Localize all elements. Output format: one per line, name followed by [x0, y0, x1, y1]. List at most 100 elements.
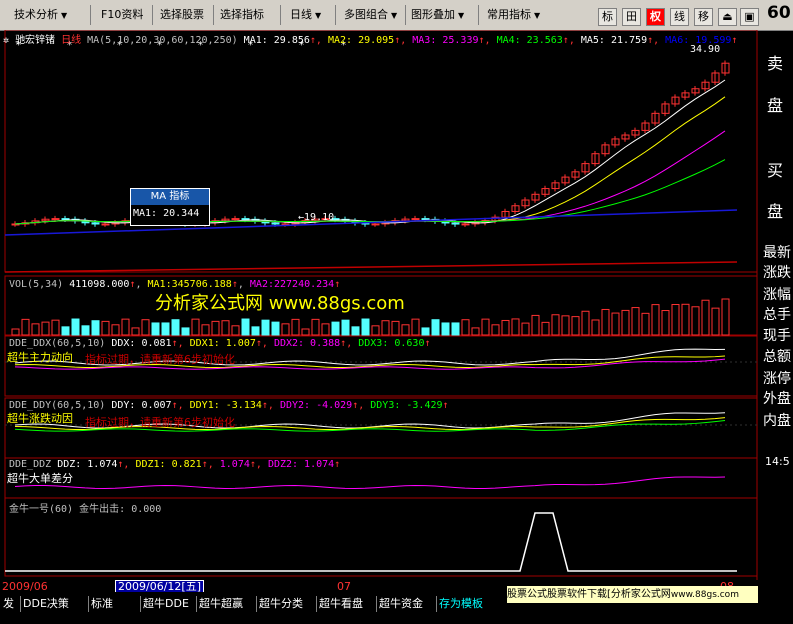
vol-bar — [301, 328, 310, 336]
tab-0[interactable]: 发 — [3, 596, 14, 612]
quote-label-5: 涨跌 — [763, 265, 791, 281]
move-button[interactable]: 移 — [694, 8, 713, 26]
menu-tech-analysis[interactable]: 技术分析 ▼ — [14, 7, 67, 23]
quote-time: 14:5 — [765, 455, 790, 468]
tab-4[interactable]: 超牛超赢 — [199, 596, 243, 612]
tooltip-title: MA 指标 — [131, 189, 209, 205]
ddz-value-1: DDZ1: 0.821 — [135, 459, 202, 470]
ddy-value-3: DDY3: -3.429 — [370, 400, 443, 411]
tab-3[interactable]: 超牛DDE — [143, 596, 189, 612]
tab-8[interactable]: 存为模板 — [439, 596, 483, 612]
candle-body — [371, 223, 380, 226]
vol-bar — [481, 318, 490, 336]
chevron-down-icon: ▼ — [534, 11, 541, 20]
menu-select-stock[interactable]: 选择股票 — [160, 7, 204, 23]
vol-bar — [221, 320, 230, 336]
ddx-value-2: DDX2: 0.388 — [273, 338, 341, 349]
line-button[interactable]: 线 — [670, 8, 689, 26]
menu-period[interactable]: 日线 ▼ — [290, 7, 321, 23]
vol-bar — [641, 312, 650, 336]
vol-bar — [501, 319, 510, 336]
menu-f10-info[interactable]: F10资料 — [101, 7, 143, 23]
mark-button[interactable]: 标 — [598, 8, 617, 26]
ddy-value-1: DDY1: -3.134 — [189, 400, 262, 411]
vol-bar — [201, 324, 210, 336]
main-header: ✲ 驰宏锌锗 日线 MA(5,10,20,30,60,120,250) MA1:… — [3, 35, 738, 46]
vol-bar — [401, 324, 410, 336]
quote-label-2: 买 — [767, 161, 784, 180]
ma-definition: MA(5,10,20,30,60,120,250) — [87, 35, 238, 46]
vol-bar — [551, 314, 560, 336]
quote-label-0: 卖 — [767, 54, 784, 73]
vol-bar — [91, 320, 100, 336]
menu-select-indicator[interactable]: 选择指标 — [220, 7, 264, 23]
ddz-subtitle: 超牛大单差分 — [7, 472, 73, 485]
menu-overlay[interactable]: 图形叠加 ▼ — [411, 7, 464, 23]
vol-bar — [271, 321, 280, 336]
low-price-label: ←19.10 — [298, 212, 335, 223]
settings-icon: ✲ — [3, 35, 10, 46]
vol-bar — [81, 325, 90, 336]
vol-bar — [11, 328, 20, 336]
quote-panel: 卖盘买盘最新涨跌涨幅总手现手总额涨停外盘内盘14:515: — [758, 30, 793, 608]
vol-bar — [161, 322, 170, 336]
ddy-value-0: DDY: 0.007 — [111, 400, 172, 411]
window-icon[interactable]: ▣ — [740, 8, 759, 26]
tab-1[interactable]: DDE决策 — [23, 596, 69, 612]
vol-bar — [591, 319, 600, 336]
ddy-subtitle: 超牛涨跌动因 — [7, 412, 73, 425]
ma-value-1: MA2: 29.095 — [327, 35, 395, 46]
vol-bar — [61, 326, 70, 336]
download-banner[interactable]: 股票公式股票软件下载[分析家公式网www.88gs.com — [507, 586, 758, 603]
tab-2[interactable]: 标准 — [91, 596, 113, 612]
vol-bar — [141, 319, 150, 336]
vol-bar — [541, 321, 550, 336]
menu-common-indicators[interactable]: 常用指标 ▼ — [487, 7, 540, 23]
stock-code: 60 — [767, 3, 791, 23]
vol-bar — [671, 304, 680, 336]
ddz-value-0: DDZ: 1.074 — [57, 459, 118, 470]
vol-bar — [131, 327, 140, 336]
ddz-header: DDE_DDZ DDZ: 1.074↑, DDZ1: 0.821↑, 1.074… — [9, 459, 341, 470]
candle-body — [61, 218, 70, 221]
ddz-value-3: DDZ2: 1.074 — [267, 459, 335, 470]
quote-label-7: 总手 — [763, 307, 791, 323]
vol-bar — [511, 318, 520, 336]
eject-icon[interactable]: ⏏ — [718, 8, 737, 26]
quote-label-3: 盘 — [767, 202, 784, 221]
vol-bar — [651, 304, 660, 336]
quote-label-4: 最新 — [763, 245, 791, 261]
ddy-note: 指标过期，请重新第6步初始化 — [85, 416, 235, 429]
vol-bar — [291, 318, 300, 336]
grid-button[interactable]: 田 — [622, 8, 641, 26]
menu-multi-chart[interactable]: 多图组合 ▼ — [344, 7, 397, 23]
vol-bar — [631, 307, 640, 336]
vol-bar — [261, 319, 270, 336]
vol-bar — [251, 326, 260, 336]
ma7-line — [4, 261, 738, 273]
ddx-value-1: DDX1: 1.007 — [189, 338, 256, 349]
tab-7[interactable]: 超牛资金 — [379, 596, 423, 612]
ma-value-4: MA5: 21.759 — [580, 35, 648, 46]
pane-frame-0 — [4, 30, 758, 273]
vol-bar — [181, 327, 190, 336]
vol-bar — [661, 310, 670, 336]
vol-bar — [121, 318, 130, 336]
vol-bar — [191, 318, 200, 336]
vol-bar — [571, 316, 580, 336]
vol-bar — [451, 322, 460, 336]
chevron-down-icon: ▼ — [315, 11, 322, 20]
tab-5[interactable]: 超牛分类 — [259, 596, 303, 612]
quote-label-9: 总额 — [763, 349, 791, 365]
ma2-line — [14, 96, 726, 225]
vol-bar — [171, 319, 180, 336]
quote-label-8: 现手 — [763, 328, 791, 344]
vol-bar — [111, 324, 120, 336]
quote-label-12: 内盘 — [763, 413, 791, 429]
vol-bar — [521, 322, 530, 336]
ddx-value-3: DDX3: 0.630 — [358, 338, 425, 349]
vol-bar — [691, 306, 700, 336]
rights-button[interactable]: 权 — [646, 8, 665, 26]
tab-6[interactable]: 超牛看盘 — [319, 596, 363, 612]
candle-body — [451, 222, 460, 225]
